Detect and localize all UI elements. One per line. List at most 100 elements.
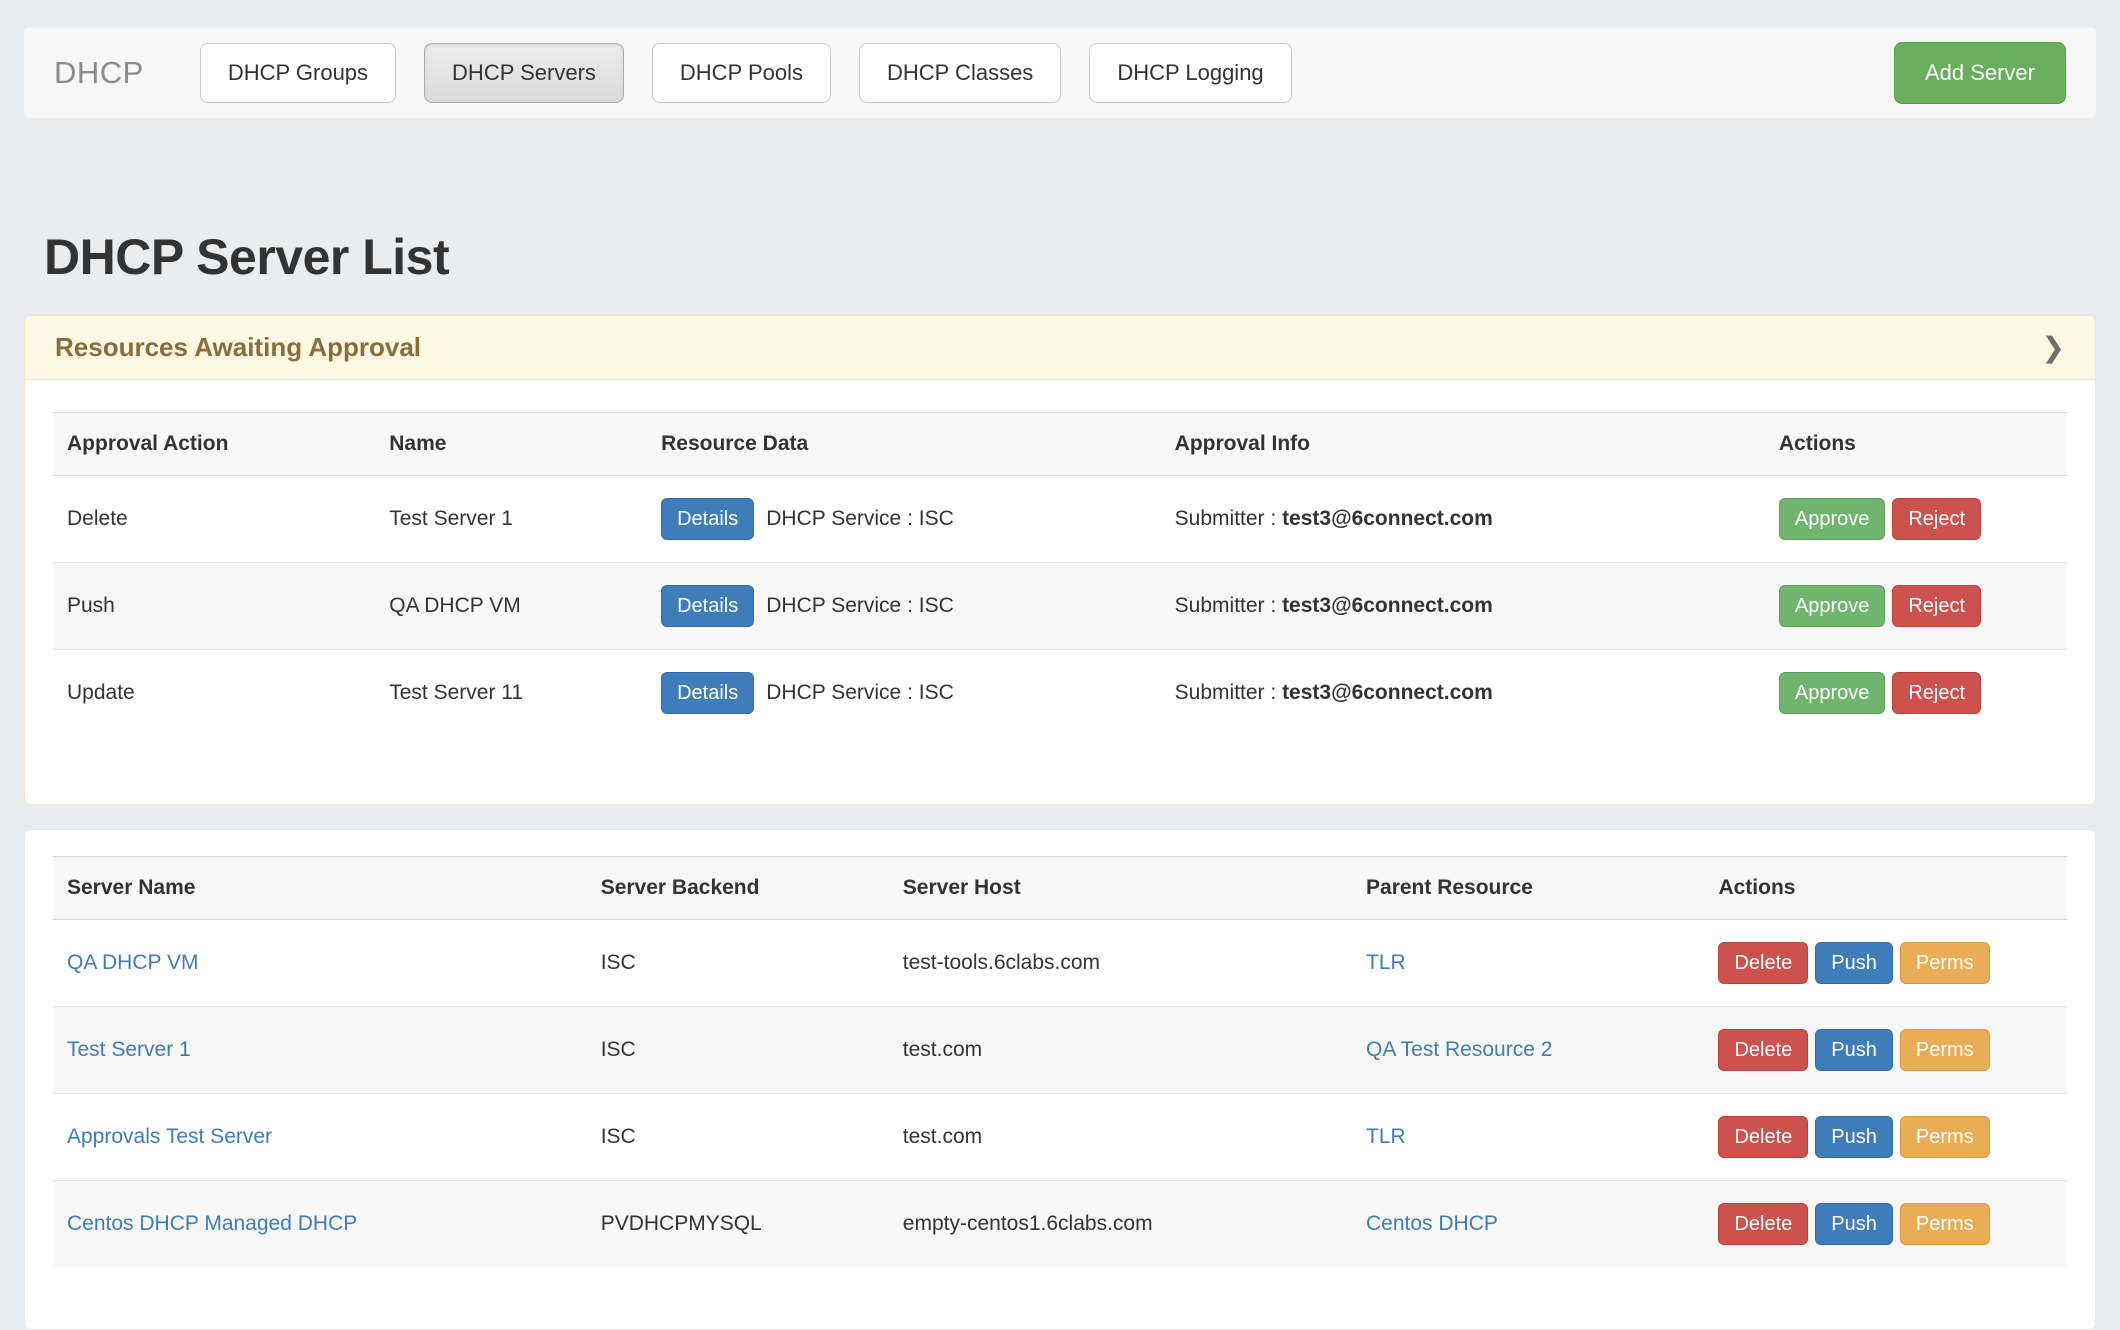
approvals-table: Approval Action Name Resource Data Appro…	[53, 412, 2067, 736]
reject-button[interactable]: Reject	[1892, 672, 1981, 714]
add-server-button[interactable]: Add Server	[1894, 42, 2066, 104]
col-server-backend: Server Backend	[587, 857, 889, 920]
server-row: Test Server 1 ISC test.com QA Test Resou…	[53, 1007, 2067, 1094]
server-row: Approvals Test Server ISC test.com TLR D…	[53, 1094, 2067, 1181]
server-host-cell: test.com	[889, 1007, 1352, 1094]
approval-info-cell: Submitter : test3@6connect.com	[1161, 563, 1765, 650]
server-row: Centos DHCP Managed DHCP PVDHCPMYSQL emp…	[53, 1181, 2067, 1268]
approvals-panel-body: Approval Action Name Resource Data Appro…	[25, 380, 2095, 804]
tab-dhcp-groups[interactable]: DHCP Groups	[200, 43, 396, 103]
approval-name-cell: Test Server 1	[375, 476, 647, 563]
servers-table: Server Name Server Backend Server Host P…	[53, 856, 2067, 1267]
tab-dhcp-logging[interactable]: DHCP Logging	[1089, 43, 1291, 103]
delete-button[interactable]: Delete	[1718, 1029, 1808, 1071]
details-button[interactable]: Details	[661, 498, 754, 540]
approvals-panel-title: Resources Awaiting Approval	[55, 332, 421, 363]
server-name-cell: QA DHCP VM	[53, 920, 587, 1007]
server-name-link[interactable]: QA DHCP VM	[67, 951, 198, 974]
submitter-label: Submitter :	[1175, 594, 1277, 617]
reject-button[interactable]: Reject	[1892, 498, 1981, 540]
server-name-link[interactable]: Test Server 1	[67, 1038, 191, 1061]
reject-button[interactable]: Reject	[1892, 585, 1981, 627]
push-button[interactable]: Push	[1815, 942, 1893, 984]
approval-row: Push QA DHCP VM Details DHCP Service : IS…	[53, 563, 2067, 650]
parent-resource-cell: TLR	[1352, 920, 1704, 1007]
col-approval-action: Approval Action	[53, 413, 375, 476]
col-approval-info: Approval Info	[1161, 413, 1765, 476]
server-backend-cell: ISC	[587, 920, 889, 1007]
approval-name-cell: Test Server 11	[375, 650, 647, 737]
server-name-cell: Approvals Test Server	[53, 1094, 587, 1181]
server-name-link[interactable]: Approvals Test Server	[67, 1125, 272, 1148]
perms-button[interactable]: Perms	[1900, 942, 1990, 984]
approval-actions-cell: ApproveReject	[1765, 476, 2067, 563]
server-backend-cell: ISC	[587, 1094, 889, 1181]
servers-panel-body: Server Name Server Backend Server Host P…	[25, 830, 2095, 1329]
perms-button[interactable]: Perms	[1900, 1203, 1990, 1245]
server-name-cell: Centos DHCP Managed DHCP	[53, 1181, 587, 1268]
tab-dhcp-classes[interactable]: DHCP Classes	[859, 43, 1061, 103]
approval-name-cell: QA DHCP VM	[375, 563, 647, 650]
approval-actions-cell: ApproveReject	[1765, 563, 2067, 650]
submitter-email: test3@6connect.com	[1282, 681, 1493, 704]
approval-info-cell: Submitter : test3@6connect.com	[1161, 476, 1765, 563]
server-actions-cell: DeletePushPerms	[1704, 920, 2067, 1007]
submitter-email: test3@6connect.com	[1282, 594, 1493, 617]
approval-row: Update Test Server 11 DetailsDHCP Servic…	[53, 650, 2067, 737]
tab-dhcp-pools[interactable]: DHCP Pools	[652, 43, 831, 103]
parent-resource-cell: QA Test Resource 2	[1352, 1007, 1704, 1094]
push-button[interactable]: Push	[1815, 1029, 1893, 1071]
perms-button[interactable]: Perms	[1900, 1029, 1990, 1071]
resource-data-text: DHCP Service : ISC	[766, 507, 954, 530]
dhcp-brand: DHCP	[54, 55, 144, 91]
server-host-cell: empty-centos1.6clabs.com	[889, 1181, 1352, 1268]
server-backend-cell: PVDHCPMYSQL	[587, 1181, 889, 1268]
chevron-right-icon[interactable]: ❯	[2042, 334, 2065, 362]
col-resource-data: Resource Data	[647, 413, 1161, 476]
submitter-label: Submitter :	[1175, 507, 1277, 530]
approvals-panel-header[interactable]: Resources Awaiting Approval ❯	[25, 316, 2095, 380]
server-backend-cell: ISC	[587, 1007, 889, 1094]
col-server-name: Server Name	[53, 857, 587, 920]
approve-button[interactable]: Approve	[1779, 498, 1886, 540]
approval-actions-cell: ApproveReject	[1765, 650, 2067, 737]
delete-button[interactable]: Delete	[1718, 942, 1808, 984]
col-server-host: Server Host	[889, 857, 1352, 920]
dhcp-toolbar: DHCP DHCP Groups DHCP Servers DHCP Pools…	[24, 28, 2096, 118]
tab-dhcp-servers[interactable]: DHCP Servers	[424, 43, 624, 103]
resource-data-cell: Details DHCP Service : ISC	[647, 650, 1161, 737]
parent-resource-cell: TLR	[1352, 1094, 1704, 1181]
servers-table-header-row: Server Name Server Backend Server Host P…	[53, 857, 2067, 920]
col-server-actions: Actions	[1704, 857, 2067, 920]
server-row: QA DHCP VM ISC test-tools.6clabs.com TLR…	[53, 920, 2067, 1007]
servers-panel: Server Name Server Backend Server Host P…	[24, 829, 2096, 1330]
push-button[interactable]: Push	[1815, 1203, 1893, 1245]
resource-data-cell: Details DHCP Service : ISC	[647, 476, 1161, 563]
push-button[interactable]: Push	[1815, 1116, 1893, 1158]
parent-resource-link[interactable]: QA Test Resource 2	[1366, 1038, 1552, 1061]
server-host-cell: test.com	[889, 1094, 1352, 1181]
server-actions-cell: DeletePushPerms	[1704, 1094, 2067, 1181]
parent-resource-link[interactable]: Centos DHCP	[1366, 1212, 1498, 1235]
server-actions-cell: DeletePushPerms	[1704, 1181, 2067, 1268]
perms-button[interactable]: Perms	[1900, 1116, 1990, 1158]
resource-data-cell: Details DHCP Service : ISC	[647, 563, 1161, 650]
approve-button[interactable]: Approve	[1779, 585, 1886, 627]
server-name-link[interactable]: Centos DHCP Managed DHCP	[67, 1212, 357, 1235]
col-parent-resource: Parent Resource	[1352, 857, 1704, 920]
parent-resource-link[interactable]: TLR	[1366, 951, 1406, 974]
details-button[interactable]: Details	[661, 585, 754, 627]
parent-resource-cell: Centos DHCP	[1352, 1181, 1704, 1268]
details-button[interactable]: Details	[661, 672, 754, 714]
approvals-table-header-row: Approval Action Name Resource Data Appro…	[53, 413, 2067, 476]
delete-button[interactable]: Delete	[1718, 1203, 1808, 1245]
parent-resource-link[interactable]: TLR	[1366, 1125, 1406, 1148]
approve-button[interactable]: Approve	[1779, 672, 1886, 714]
delete-button[interactable]: Delete	[1718, 1116, 1808, 1158]
approval-action-cell: Push	[53, 563, 375, 650]
approval-info-cell: Submitter : test3@6connect.com	[1161, 650, 1765, 737]
resource-data-text: DHCP Service : ISC	[766, 681, 954, 704]
resource-data-text: DHCP Service : ISC	[766, 594, 954, 617]
approval-row: Delete Test Server 1 DetailsDHCP Service…	[53, 476, 2067, 563]
server-host-cell: test-tools.6clabs.com	[889, 920, 1352, 1007]
